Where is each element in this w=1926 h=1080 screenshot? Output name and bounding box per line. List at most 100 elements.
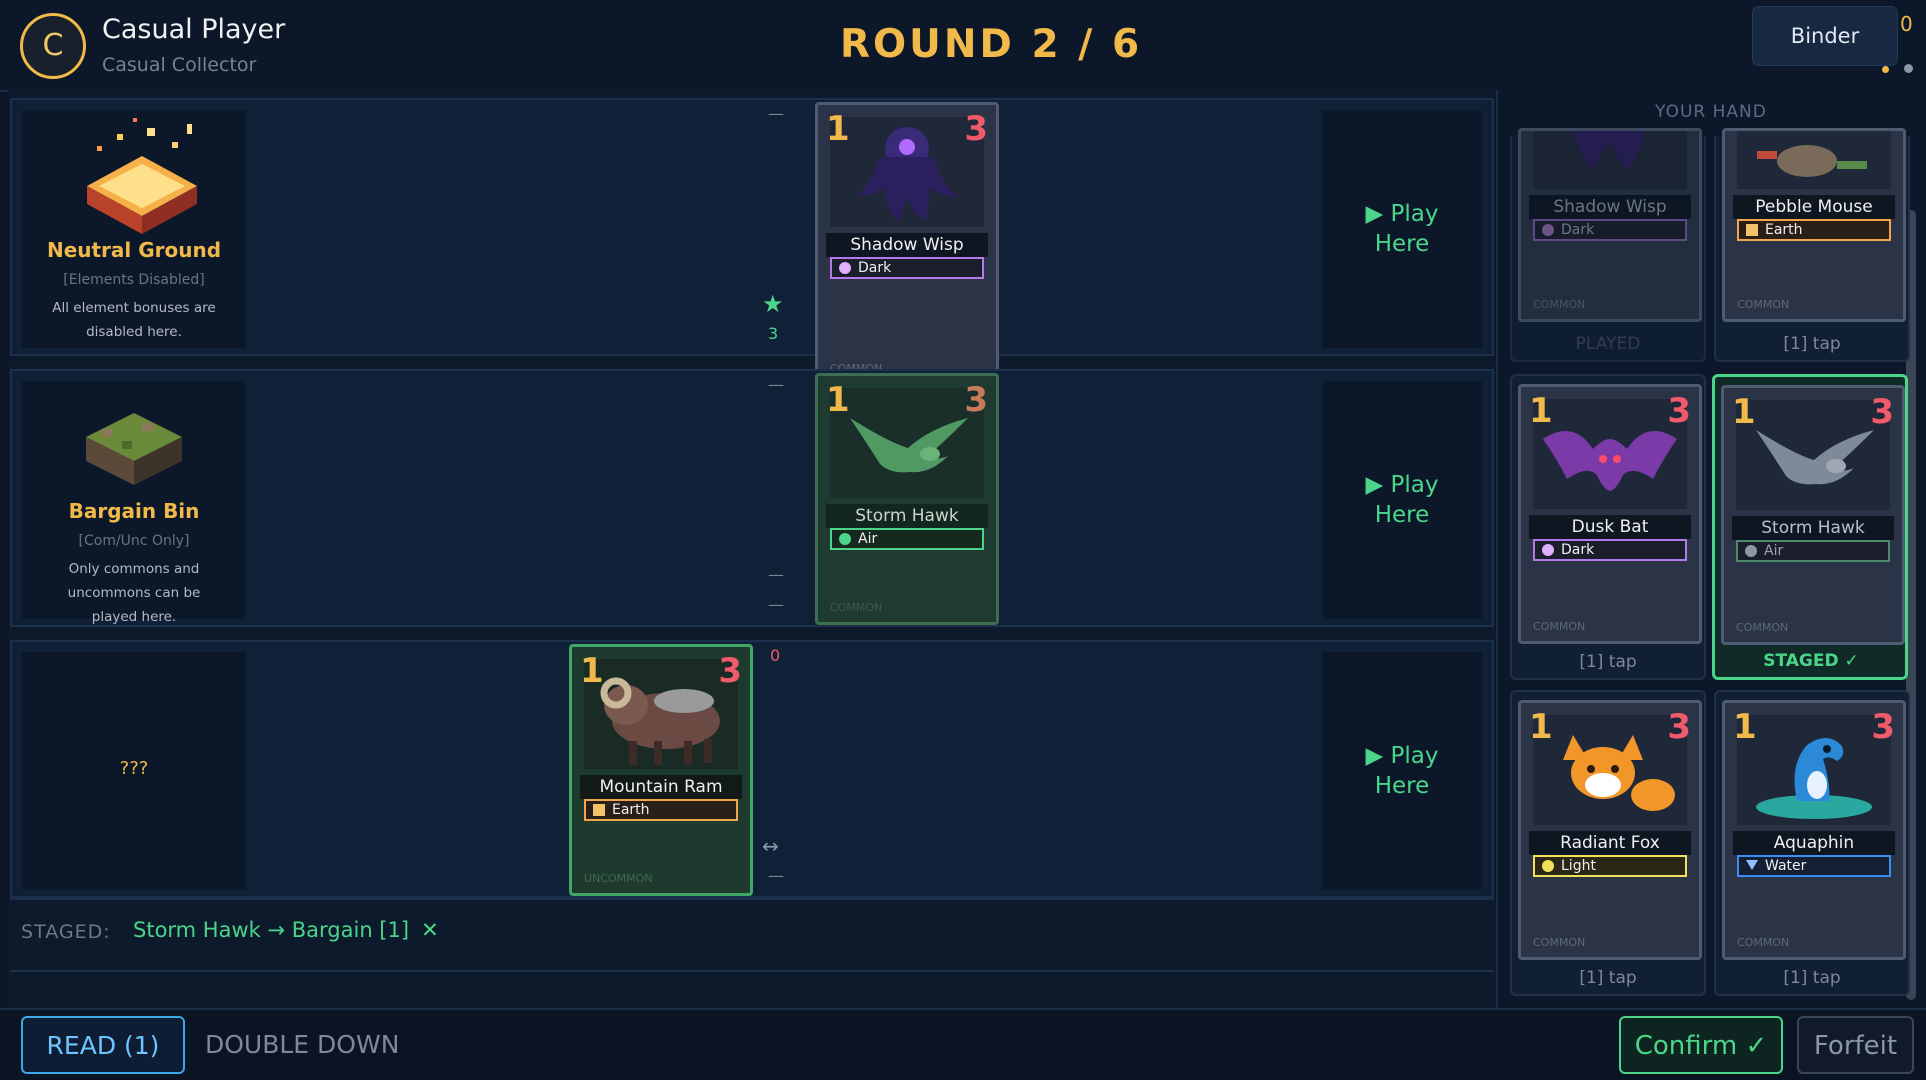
double-down-button[interactable]: DOUBLE DOWN bbox=[205, 1030, 399, 1059]
dark-element-icon bbox=[1542, 544, 1554, 556]
card-cost: 1 bbox=[1529, 391, 1553, 431]
lane-marker: — bbox=[768, 595, 784, 614]
card-cost: 1 bbox=[1733, 707, 1757, 747]
star-count: 3 bbox=[768, 324, 779, 343]
card-art bbox=[1736, 400, 1890, 510]
lane-marker: — bbox=[768, 866, 784, 885]
dolphin-icon bbox=[1756, 738, 1872, 819]
bat-icon bbox=[1543, 431, 1677, 491]
hand-card[interactable]: 1 3 Aquaphin Water COMMON bbox=[1722, 700, 1906, 960]
card-art bbox=[1533, 715, 1687, 825]
card-status: [1] tap bbox=[1783, 968, 1841, 988]
lane-2: Bargain Bin [Com/Unc Only] Only commons … bbox=[10, 369, 1494, 627]
card-power: 3 bbox=[1871, 707, 1895, 747]
lane-marker: — bbox=[768, 375, 784, 394]
card-element: Water bbox=[1737, 855, 1891, 877]
lane-power-counter: 0 bbox=[770, 646, 781, 665]
hand-slot[interactable]: Pebble Mouse Earth COMMON [1] tap bbox=[1714, 128, 1910, 362]
hand-slot[interactable]: 1 3 Radiant Fox Light COMMON [1] tap bbox=[1510, 690, 1706, 996]
card-element: Dark bbox=[1533, 539, 1687, 561]
card-name: Dusk Bat bbox=[1529, 515, 1691, 539]
status-dot bbox=[1904, 64, 1913, 73]
location-description: All element bonuses are disabled here. bbox=[52, 300, 216, 340]
hawk-icon bbox=[1756, 430, 1874, 485]
location-name: Neutral Ground bbox=[46, 238, 222, 262]
card-rarity: COMMON bbox=[1533, 620, 1586, 633]
card-name: Aquaphin bbox=[1733, 831, 1895, 855]
card-element: Earth bbox=[584, 799, 738, 821]
swap-icon[interactable]: ↔ bbox=[762, 834, 779, 858]
card-status: [1] tap bbox=[1783, 334, 1841, 354]
card-cost: 1 bbox=[580, 651, 604, 691]
hand-card[interactable]: Pebble Mouse Earth COMMON bbox=[1722, 128, 1906, 322]
card-element: Dark bbox=[830, 257, 984, 279]
card-element: Earth bbox=[1737, 219, 1891, 241]
lane-3: ??? 1 3 Mountain Ram Earth UNCOMMON 0 ↔ … bbox=[10, 640, 1494, 898]
play-here-button[interactable]: ▶ Play Here bbox=[1322, 652, 1482, 890]
opponent-card[interactable]: 1 3 Shadow Wisp Dark COMMON bbox=[815, 102, 999, 386]
stone-ruins-icon bbox=[86, 413, 182, 485]
lava-tile-icon bbox=[87, 118, 197, 234]
card-art bbox=[830, 388, 984, 498]
card-power: 3 bbox=[1870, 392, 1894, 432]
light-element-icon bbox=[1542, 860, 1554, 872]
card-status: [1] tap bbox=[1579, 652, 1637, 672]
air-element-icon bbox=[1745, 545, 1757, 557]
hand-slot: Shadow Wisp Dark COMMON PLAYED bbox=[1510, 128, 1706, 362]
lane-marker: — bbox=[768, 565, 784, 584]
air-element-icon bbox=[839, 533, 851, 545]
location-tag: [Com/Unc Only] bbox=[78, 533, 190, 549]
hand-card[interactable]: 1 3 Radiant Fox Light COMMON bbox=[1518, 700, 1702, 960]
card-power: 3 bbox=[1667, 391, 1691, 431]
card-art bbox=[1737, 131, 1891, 189]
location-neutral-ground[interactable]: Neutral Ground [Elements Disabled] All e… bbox=[22, 110, 246, 348]
hand-card[interactable]: 1 3 Storm Hawk Air COMMON bbox=[1721, 385, 1905, 645]
location-tag: [Elements Disabled] bbox=[63, 272, 205, 288]
play-here-button[interactable]: ▶ Play Here bbox=[1322, 381, 1482, 619]
hand-card: Shadow Wisp Dark COMMON bbox=[1518, 128, 1702, 322]
play-here-button[interactable]: ▶ Play Here bbox=[1322, 110, 1482, 348]
ghost-icon bbox=[1573, 131, 1645, 171]
card-element: Light bbox=[1533, 855, 1687, 877]
card-name: Pebble Mouse bbox=[1733, 195, 1895, 219]
player-name: Casual Player bbox=[102, 14, 286, 45]
location-unknown[interactable]: ??? bbox=[22, 652, 246, 890]
dark-element-icon bbox=[1542, 224, 1554, 236]
card-power: 3 bbox=[718, 651, 742, 691]
confirm-button[interactable]: Confirm ✓ bbox=[1619, 1016, 1783, 1074]
card-rarity: COMMON bbox=[1737, 298, 1790, 311]
hand-slot-staged[interactable]: 1 3 Storm Hawk Air COMMON STAGED ✓ bbox=[1712, 374, 1908, 680]
remove-staged-icon[interactable]: ✕ bbox=[421, 918, 439, 942]
forfeit-button[interactable]: Forfeit bbox=[1797, 1016, 1914, 1074]
card-element: Dark bbox=[1533, 219, 1687, 241]
card-rarity: COMMON bbox=[1533, 936, 1586, 949]
location-bargain-bin[interactable]: Bargain Bin [Com/Unc Only] Only commons … bbox=[22, 381, 246, 625]
earth-element-icon bbox=[593, 804, 605, 816]
player-card[interactable]: 1 3 Mountain Ram Earth UNCOMMON bbox=[569, 644, 753, 896]
card-name: Storm Hawk bbox=[1732, 516, 1894, 540]
card-name: Radiant Fox bbox=[1529, 831, 1691, 855]
card-art bbox=[1533, 131, 1687, 189]
lane-marker: — bbox=[768, 104, 784, 123]
ghost-icon bbox=[855, 127, 960, 222]
hand-card[interactable]: 1 3 Dusk Bat Dark COMMON bbox=[1518, 384, 1702, 644]
hand-slot[interactable]: 1 3 Dusk Bat Dark COMMON [1] tap bbox=[1510, 374, 1706, 680]
card-rarity: COMMON bbox=[1736, 621, 1789, 634]
card-element: Air bbox=[830, 528, 984, 550]
hand-slot[interactable]: 1 3 Aquaphin Water COMMON [1] tap bbox=[1714, 690, 1910, 996]
card-name: Shadow Wisp bbox=[1529, 195, 1691, 219]
location-description: Only commons and uncommons can be played… bbox=[67, 561, 201, 625]
binder-button[interactable]: Binder bbox=[1752, 6, 1898, 66]
card-power: 3 bbox=[964, 109, 988, 149]
earth-element-icon bbox=[1746, 224, 1758, 236]
card-element: Air bbox=[1736, 540, 1890, 562]
card-art bbox=[584, 659, 738, 769]
card-cost: 1 bbox=[826, 109, 850, 149]
card-rarity: UNCOMMON bbox=[584, 872, 653, 885]
avatar[interactable]: C bbox=[20, 13, 86, 79]
round-indicator: ROUND 2 / 6 bbox=[840, 22, 1143, 67]
read-button[interactable]: READ (1) bbox=[21, 1016, 185, 1074]
location-name: Bargain Bin bbox=[68, 499, 200, 523]
opponent-card[interactable]: 1 3 Storm Hawk Air COMMON bbox=[815, 373, 999, 625]
mouse-icon bbox=[1757, 145, 1867, 177]
